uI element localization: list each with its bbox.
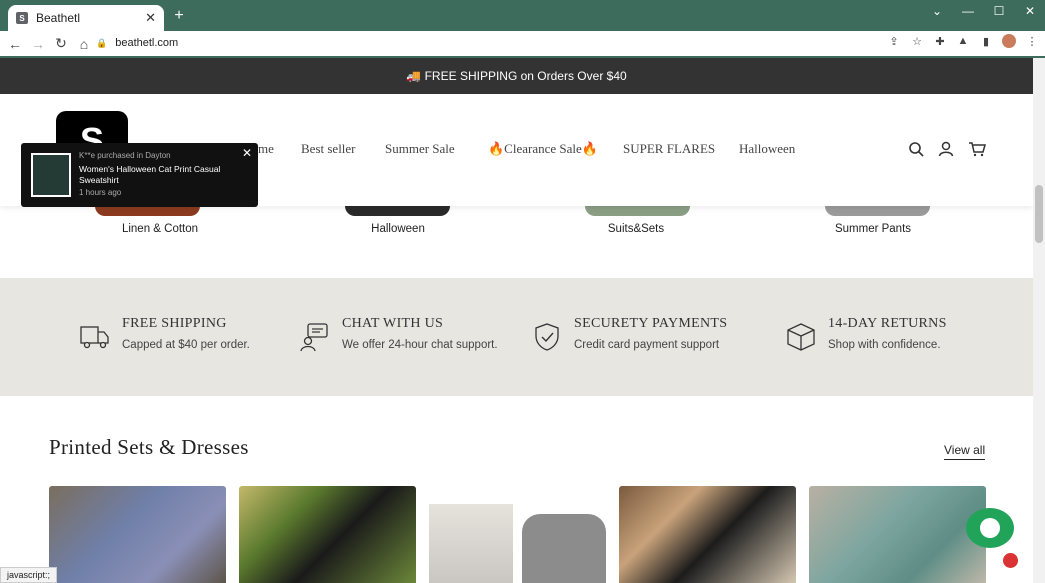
status-bar-url: javascript:; [0, 567, 58, 583]
product-card[interactable] [49, 486, 226, 583]
feature-subtitle: We offer 24-hour chat support. [342, 339, 498, 351]
product-card[interactable] [809, 486, 986, 583]
forward-arrow-icon[interactable]: → [28, 36, 48, 52]
brand-favicon-icon: S [16, 12, 28, 24]
chat-icon [980, 518, 1000, 538]
star-icon[interactable]: ☆ [910, 34, 924, 48]
truck-icon [80, 322, 110, 352]
shield-check-icon [532, 322, 562, 352]
extension-icon[interactable]: ▲ [956, 34, 970, 48]
close-window-icon[interactable]: ✕ [1019, 4, 1041, 18]
close-icon[interactable]: ✕ [242, 146, 252, 160]
nav-item-clearance-sale[interactable]: 🔥Clearance Sale🔥 [488, 141, 623, 157]
product-thumbnail [31, 153, 71, 197]
chevron-down-icon[interactable]: ⌄ [926, 4, 948, 18]
nav-item-summer-sale[interactable]: Summer Sale [385, 141, 488, 157]
product-card[interactable] [429, 486, 606, 583]
purchase-time: 1 hours ago [79, 188, 122, 197]
product-card[interactable] [619, 486, 796, 583]
purchase-notification[interactable]: K**e purchased in Dayton Women's Hallowe… [21, 143, 258, 207]
avatar[interactable] [1002, 34, 1016, 48]
feature-title: SECURETY PAYMENTS [574, 316, 728, 331]
nav-item-super-flares[interactable]: SUPER FLARES [623, 141, 739, 157]
feature-title: FREE SHIPPING [122, 316, 227, 331]
product-image [429, 504, 513, 583]
view-all-link[interactable]: View all [944, 443, 986, 460]
category-image[interactable] [825, 206, 930, 216]
feature-subtitle: Credit card payment support [574, 339, 720, 351]
category-strip: Linen & Cotton Halloween Suits&Sets Summ… [0, 206, 1033, 278]
purchase-product[interactable]: Women's Halloween Cat Print Casual Sweat… [79, 164, 244, 186]
box-icon [786, 322, 816, 352]
category-image[interactable] [95, 206, 200, 216]
puzzle-icon[interactable]: ✚ [933, 34, 947, 48]
lock-icon: 🔒 [96, 37, 108, 48]
main-nav: me Best seller Summer Sale 🔥Clearance Sa… [258, 141, 795, 157]
category-label[interactable]: Summer Pants [803, 223, 943, 235]
category-label[interactable]: Linen & Cotton [90, 223, 230, 235]
minimize-icon[interactable]: — [957, 4, 979, 18]
user-icon[interactable] [938, 141, 954, 160]
chat-widget-button[interactable] [966, 508, 1014, 548]
category-label[interactable]: Suits&Sets [566, 223, 706, 235]
feature-subtitle: Shop with confidence. [828, 339, 941, 351]
nav-item-best-seller[interactable]: Best seller [301, 141, 385, 157]
product-image [522, 514, 606, 583]
section-title: Printed Sets & Dresses [49, 435, 249, 459]
close-icon[interactable]: ✕ [145, 10, 156, 26]
features-band: FREE SHIPPING Capped at $40 per order. C… [0, 278, 1033, 396]
nav-item-halloween[interactable]: Halloween [739, 141, 795, 157]
category-image[interactable] [345, 206, 450, 216]
page-scrollbar[interactable] [1033, 58, 1045, 583]
purchase-buyer: K**e purchased in Dayton [79, 151, 171, 160]
chat-icon [300, 322, 330, 352]
address-bar[interactable]: 🔒 beathetl.com [96, 34, 932, 52]
nav-item-home[interactable]: me [258, 141, 301, 157]
feature-subtitle: Capped at $40 per order. [122, 339, 250, 351]
url-text: beathetl.com [115, 37, 179, 49]
scrollbar-thumb[interactable] [1035, 185, 1043, 243]
home-icon[interactable]: ⌂ [74, 36, 94, 52]
feature-title: 14-DAY RETURNS [828, 316, 947, 331]
product-card[interactable] [239, 486, 416, 583]
share-icon[interactable]: ⇪ [887, 34, 901, 48]
maximize-icon[interactable]: ☐ [988, 4, 1010, 18]
back-arrow-icon[interactable]: ← [5, 36, 25, 52]
tab-title: Beathetl [36, 11, 81, 25]
announcement-bar: 🚚 FREE SHIPPING on Orders Over $40 [0, 58, 1033, 94]
plus-icon[interactable]: + [170, 7, 188, 25]
cart-icon[interactable] [968, 141, 986, 160]
web-page: 🚚 FREE SHIPPING on Orders Over $40 S me … [0, 58, 1033, 583]
search-icon[interactable] [908, 141, 924, 160]
category-image[interactable] [585, 206, 690, 216]
category-label[interactable]: Halloween [328, 223, 468, 235]
browser-tab[interactable]: S Beathetl ✕ [8, 5, 164, 31]
sidebar-icon[interactable]: ▮ [979, 34, 993, 48]
feature-title: CHAT WITH US [342, 316, 444, 331]
reload-icon[interactable]: ↻ [51, 35, 71, 52]
kebab-menu-icon[interactable]: ⋮ [1025, 34, 1039, 48]
notification-badge[interactable] [1003, 553, 1018, 568]
